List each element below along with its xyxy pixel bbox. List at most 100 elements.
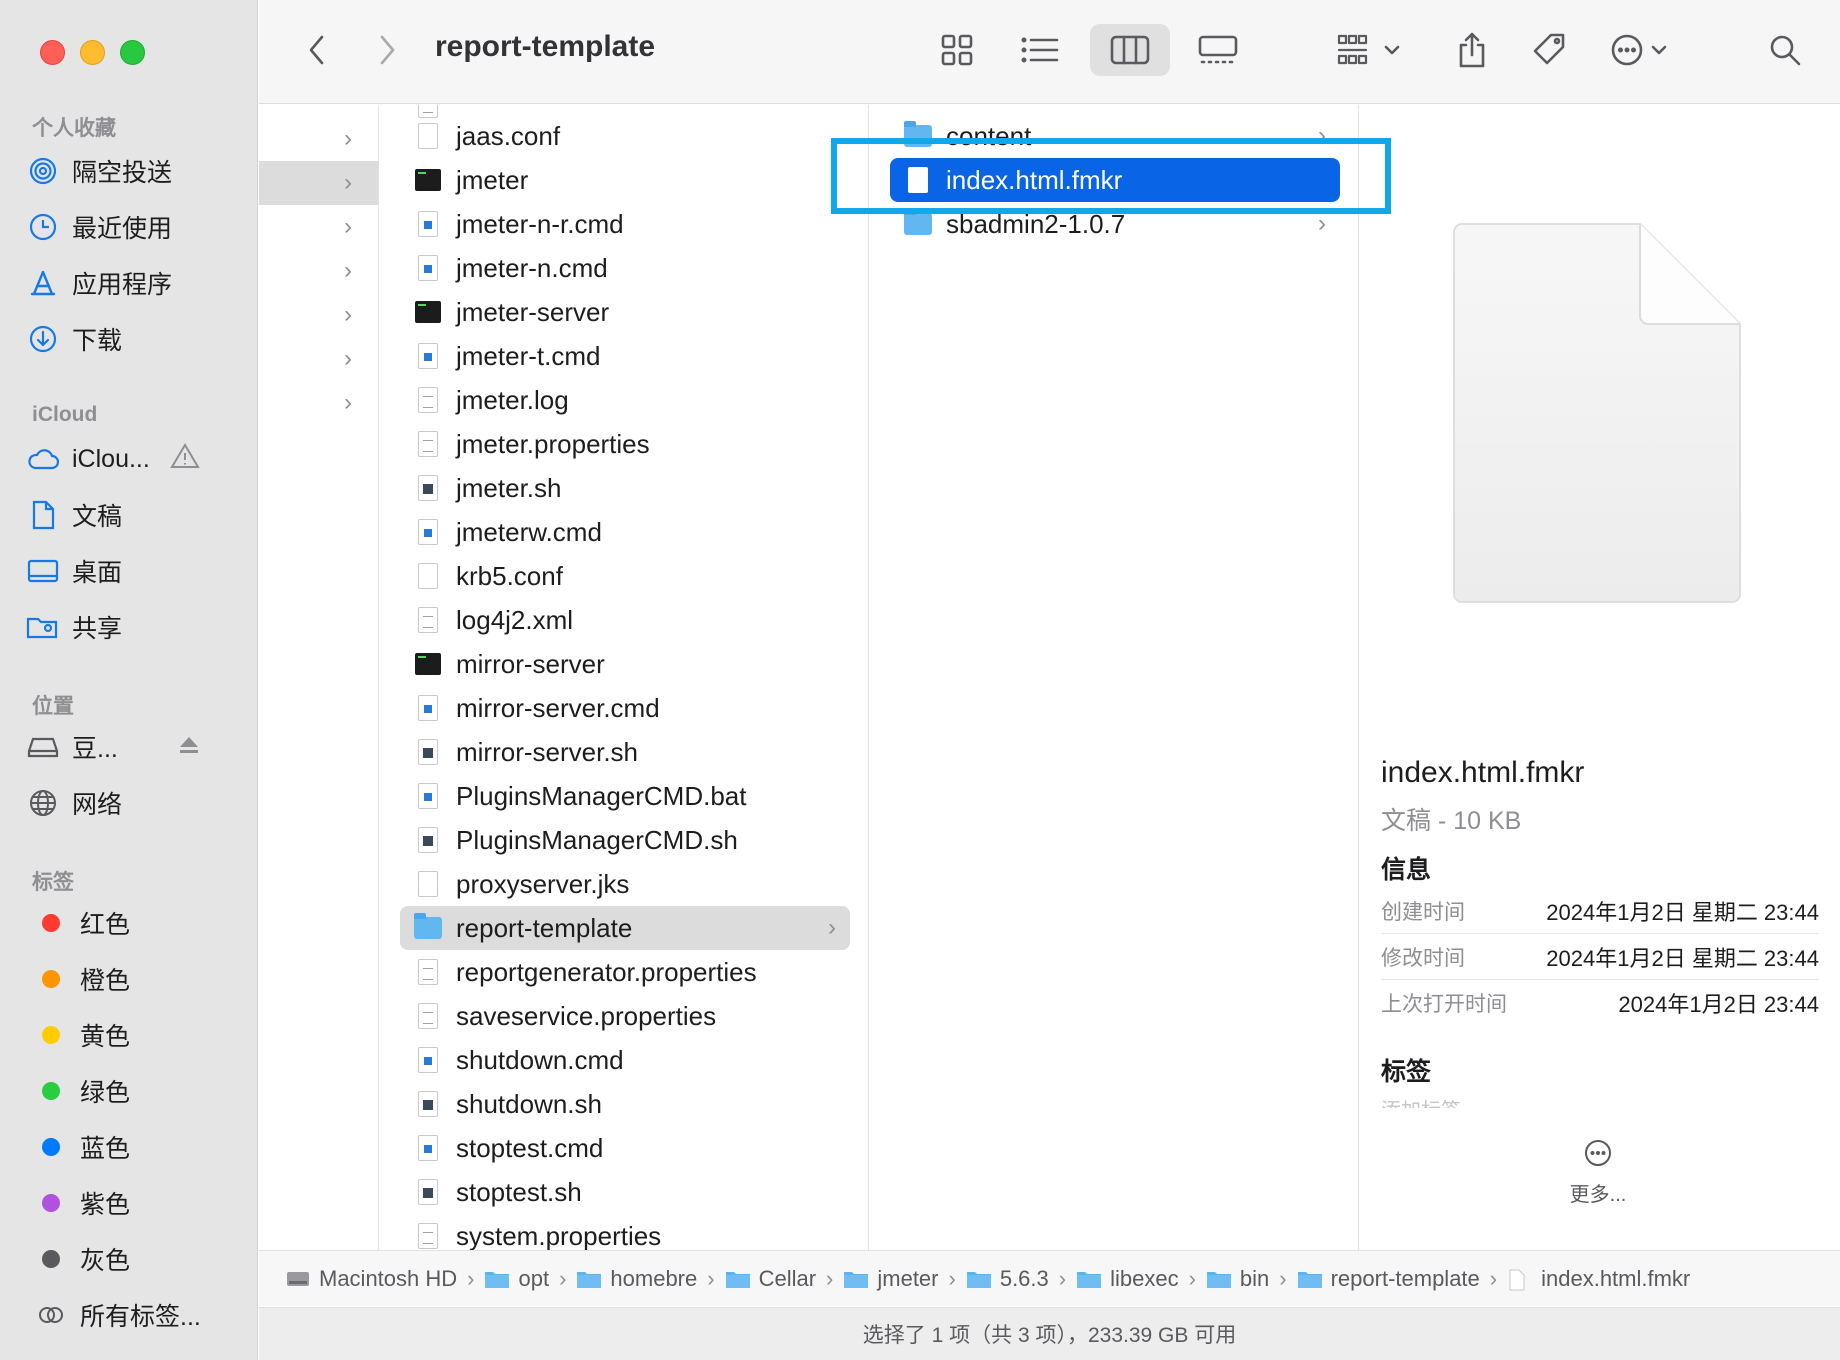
file-row-index-html-fmkr[interactable]: index.html.fmkr (890, 158, 1340, 202)
path-segment[interactable]: libexec (1076, 1265, 1179, 1292)
add-tags-field[interactable]: 添加标签 (1381, 1094, 1461, 1108)
column-3-report-template[interactable]: content › index.html.fmkr sbadmin2-1.0.7… (870, 105, 1359, 1250)
path-segment[interactable]: bin (1206, 1266, 1269, 1292)
back-button[interactable] (295, 24, 339, 76)
cloud-icon (26, 442, 60, 476)
tag-color-dot (42, 970, 60, 988)
file-row[interactable]: stoptest.sh (400, 1170, 850, 1214)
path-segment-label: libexec (1110, 1265, 1179, 1291)
path-segment-label: Cellar (758, 1265, 817, 1291)
sidebar-item-icloud-drive[interactable]: iClou... (26, 435, 236, 483)
zoom-window-button[interactable] (120, 40, 145, 65)
path-segment[interactable]: opt (484, 1266, 549, 1292)
path-segment[interactable]: index.html.fmkr (1507, 1266, 1690, 1292)
sidebar-item-network[interactable]: 网络 (26, 779, 236, 827)
chevron-right-icon[interactable]: › (259, 381, 378, 425)
folder-icon (843, 1269, 869, 1289)
file-row[interactable]: jmeter-t.cmd (400, 334, 850, 378)
file-row[interactable]: mirror-server.cmd (400, 686, 850, 730)
sidebar-all-tags[interactable]: 所有标签... (26, 1291, 236, 1339)
chevron-right-icon[interactable]: › (259, 205, 378, 249)
file-row[interactable]: stoptest.cmd (400, 1126, 850, 1170)
list-view-button[interactable] (1007, 24, 1073, 76)
shell-script-icon (414, 1178, 442, 1206)
file-row[interactable]: jmeter-n.cmd (400, 246, 850, 290)
sidebar-item-documents[interactable]: 文稿 (26, 491, 236, 539)
tags-button[interactable] (1521, 24, 1577, 76)
sidebar-tag-orange[interactable]: 橙色 (26, 955, 236, 1003)
sidebar-tag-gray[interactable]: 灰色 (26, 1235, 236, 1283)
column-1[interactable]: › › › › › › › (259, 105, 379, 1250)
file-row-content-folder[interactable]: content › (890, 114, 1340, 158)
forward-button[interactable] (365, 24, 409, 76)
sidebar-item-disk[interactable]: 豆... (26, 723, 236, 771)
file-row[interactable]: jmeter-server (400, 290, 850, 334)
shell-script-icon (414, 1090, 442, 1118)
sidebar-item-downloads[interactable]: 下载 (26, 315, 236, 363)
file-row[interactable]: krb5.conf (400, 554, 850, 598)
status-bar: 选择了 1 项（共 3 项），233.39 GB 可用 (259, 1307, 1840, 1360)
sidebar-tag-blue[interactable]: 蓝色 (26, 1123, 236, 1171)
path-segment[interactable]: Macintosh HD (285, 1266, 457, 1292)
sidebar-item-label: 豆... (72, 735, 118, 763)
sidebar-item-recents[interactable]: 最近使用 (26, 203, 236, 251)
file-row[interactable]: jmeter.properties (400, 422, 850, 466)
chevron-right-icon[interactable]: › (259, 161, 378, 205)
chevron-right-icon[interactable]: › (259, 337, 378, 381)
eject-icon[interactable] (178, 733, 200, 762)
icon-view-button[interactable] (924, 24, 990, 76)
more-button[interactable]: 更多... (1560, 1138, 1636, 1207)
group-by-button[interactable] (1329, 24, 1409, 76)
sidebar-tag-green[interactable]: 绿色 (26, 1067, 236, 1115)
chevron-right-icon[interactable]: › (259, 293, 378, 337)
file-row[interactable]: shutdown.cmd (400, 1038, 850, 1082)
path-segment[interactable]: homebre (576, 1266, 697, 1292)
file-row[interactable]: mirror-server (400, 642, 850, 686)
minimize-window-button[interactable] (80, 40, 105, 65)
file-row[interactable]: jmeter.log (400, 378, 850, 422)
file-row[interactable]: log4j2.xml (400, 598, 850, 642)
file-row[interactable]: jmeterw.cmd (400, 510, 850, 554)
close-window-button[interactable] (40, 40, 65, 65)
action-button[interactable] (1599, 24, 1679, 76)
sidebar-tag-purple[interactable]: 紫色 (26, 1179, 236, 1227)
chevron-right-icon[interactable]: › (259, 117, 378, 161)
path-segment[interactable]: 5.6.3 (966, 1266, 1049, 1292)
hard-drive-icon (285, 1269, 311, 1289)
file-row[interactable]: saveservice.properties (400, 994, 850, 1038)
file-row[interactable]: jmeter.sh (400, 466, 850, 510)
chevron-right-icon[interactable]: › (259, 249, 378, 293)
sidebar-item-label: 隔空投送 (72, 159, 173, 187)
sidebar-item-applications[interactable]: 应用程序 (26, 259, 236, 307)
search-button[interactable] (1759, 24, 1811, 76)
file-row[interactable]: jaas.conf (400, 114, 850, 158)
chevron-left-icon (309, 35, 324, 65)
file-row[interactable]: jmeter (400, 158, 850, 202)
column-2-bin[interactable]: jaas.conf jmeter jmeter-n-r.cmd jmeter-n.cm… (380, 105, 869, 1250)
file-row[interactable]: reportgenerator.properties (400, 950, 850, 994)
sidebar-item-airdrop[interactable]: 隔空投送 (26, 147, 236, 195)
file-row[interactable]: jmeter-n-r.cmd (400, 202, 850, 246)
path-segment[interactable]: jmeter (843, 1266, 939, 1292)
path-segment[interactable]: Cellar (725, 1266, 816, 1292)
file-row[interactable]: mirror-server.sh (400, 730, 850, 774)
file-row[interactable]: shutdown.sh (400, 1082, 850, 1126)
file-row[interactable]: report-template › (400, 906, 850, 950)
file-row[interactable]: PluginsManagerCMD.bat (400, 774, 850, 818)
column-view-button[interactable] (1090, 24, 1170, 76)
path-segment[interactable]: report-template (1297, 1266, 1480, 1292)
sidebar-item-desktop[interactable]: 桌面 (26, 547, 236, 595)
sidebar-tag-yellow[interactable]: 黄色 (26, 1011, 236, 1059)
file-row-sbadmin2-folder[interactable]: sbadmin2-1.0.7 › (890, 202, 1340, 246)
warning-icon[interactable] (170, 442, 200, 477)
gallery-view-button[interactable] (1185, 24, 1251, 76)
sidebar-tag-red[interactable]: 红色 (26, 899, 236, 947)
sidebar-item-label: 桌面 (72, 559, 123, 587)
file-row[interactable]: system.properties (400, 1214, 850, 1250)
file-row[interactable]: PluginsManagerCMD.sh (400, 818, 850, 862)
sidebar-item-shared[interactable]: 共享 (26, 603, 236, 651)
path-separator-icon: › (559, 1265, 567, 1291)
share-button[interactable] (1444, 24, 1500, 76)
file-row[interactable]: proxyserver.jks (400, 862, 850, 906)
path-segment-label: index.html.fmkr (1541, 1265, 1691, 1291)
